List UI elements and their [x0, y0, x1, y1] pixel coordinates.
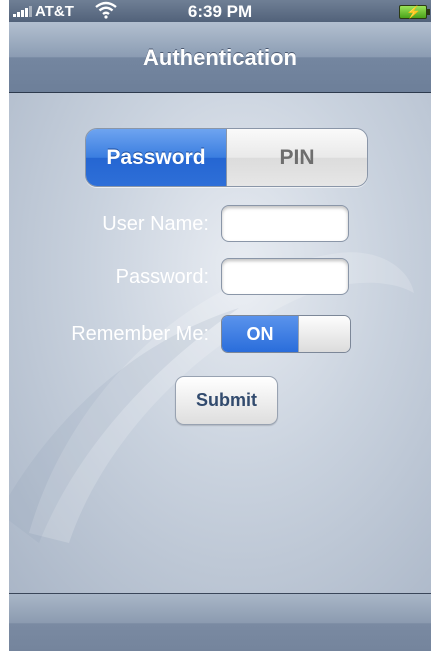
remember-me-toggle[interactable]: ON	[221, 315, 351, 353]
status-bar: AT&T 6:39 PM ⚡	[9, 0, 431, 22]
segment-pin[interactable]: PIN	[226, 129, 367, 186]
toggle-knob[interactable]	[298, 316, 350, 352]
battery-icon: ⚡	[399, 5, 430, 19]
username-field[interactable]	[221, 205, 349, 242]
navigation-bar: Authentication	[9, 22, 431, 93]
bottom-toolbar	[9, 593, 431, 651]
username-label: User Name:	[102, 213, 209, 235]
page-title: Authentication	[143, 45, 297, 70]
content-area: Password PIN User Name: Password: Rememb…	[9, 93, 431, 593]
submit-button[interactable]: Submit	[175, 376, 278, 425]
phone-screen: AT&T 6:39 PM ⚡ Authentication Password P…	[9, 0, 431, 651]
segment-password[interactable]: Password	[86, 129, 226, 186]
remember-me-label: Remember Me:	[71, 323, 209, 345]
auth-mode-segmented-control: Password PIN	[85, 128, 368, 187]
status-time: 6:39 PM	[187, 2, 253, 21]
toggle-on-text: ON	[222, 316, 298, 352]
password-label: Password:	[115, 266, 209, 288]
password-field[interactable]	[221, 258, 349, 295]
